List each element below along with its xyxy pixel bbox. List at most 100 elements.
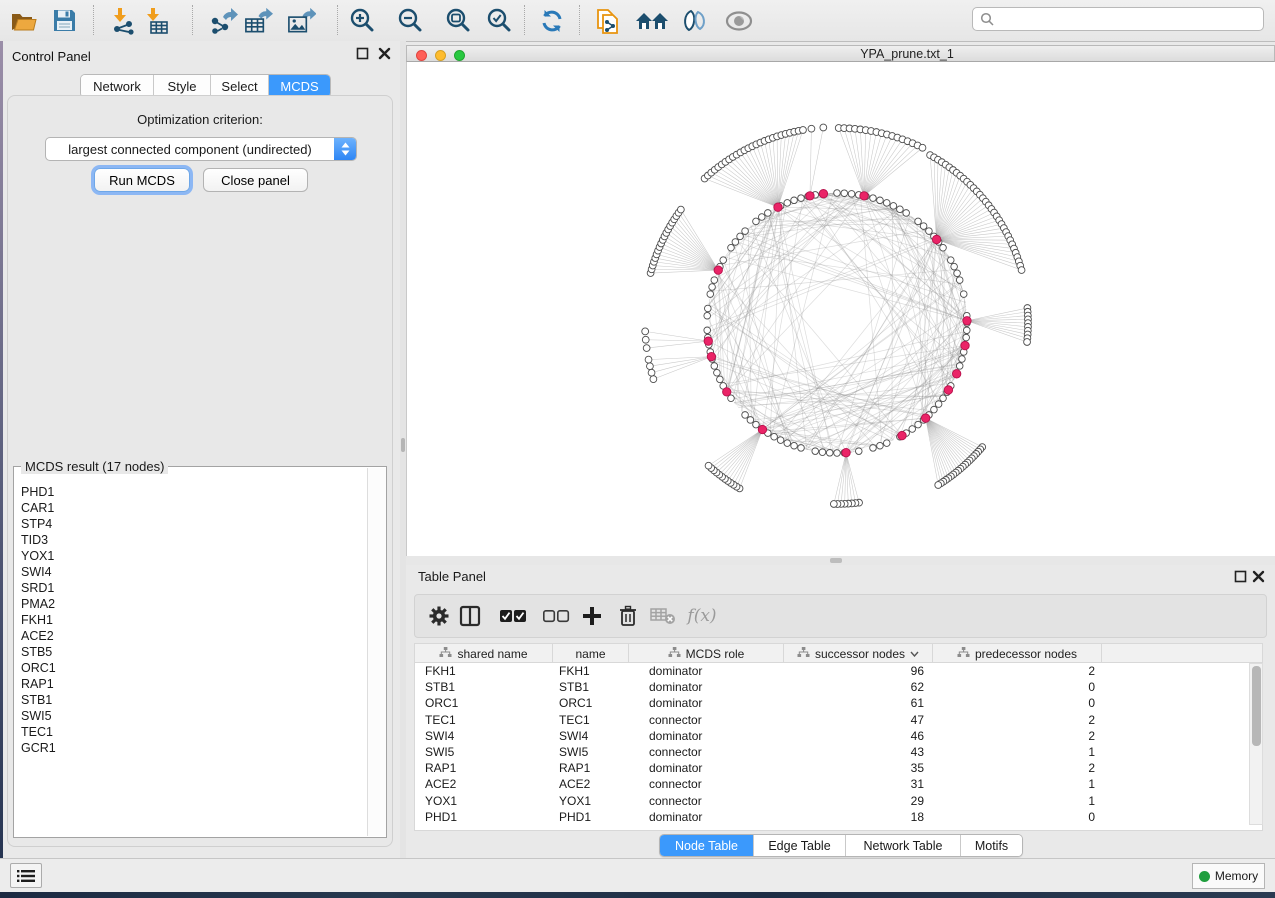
table-row[interactable]: TEC1TEC1connector472 [415,712,1249,728]
delete-column-icon[interactable] [613,601,643,631]
table-row[interactable]: ORC1ORC1dominator610 [415,695,1249,711]
tab-node-table[interactable]: Node Table [660,835,754,856]
mcds-node-item[interactable]: PMA2 [21,596,361,612]
column-type-icon [439,647,452,662]
mcds-node-item[interactable]: SWI5 [21,708,361,724]
minimize-window-icon[interactable] [435,50,446,61]
cell-predecessor_nodes: 2 [933,728,1107,744]
network-graph[interactable] [407,62,1275,556]
column-header-name[interactable]: name [553,644,629,664]
refresh-icon[interactable] [537,6,567,35]
mcds-node-item[interactable]: RAP1 [21,676,361,692]
table-options-icon[interactable] [424,601,454,631]
export-network-icon[interactable] [208,6,238,35]
table-scrollbar-thumb[interactable] [1252,666,1261,746]
mcds-node-item[interactable]: TEC1 [21,724,361,740]
mcds-node-item[interactable]: STB5 [21,644,361,660]
tab-motifs[interactable]: Motifs [961,835,1022,856]
table-row[interactable]: SWI5SWI5connector431 [415,744,1249,760]
close-table-panel-icon[interactable] [1252,570,1265,583]
table-row[interactable]: SWI4SWI4dominator462 [415,728,1249,744]
mcds-node-item[interactable]: PHD1 [21,484,361,500]
table-row[interactable]: YOX1YOX1connector291 [415,793,1249,809]
cell-name: ACE2 [559,776,625,792]
mcds-node-item[interactable]: FKH1 [21,612,361,628]
mcds-node-item[interactable]: STB1 [21,692,361,708]
cell-name: ORC1 [559,695,625,711]
tab-select[interactable]: Select [211,75,269,97]
tab-network-table[interactable]: Network Table [846,835,961,856]
network-canvas[interactable] [406,62,1275,556]
float-panel-icon[interactable] [356,47,369,60]
mcds-node-item[interactable]: GCR1 [21,740,361,756]
mcds-node-item[interactable]: YOX1 [21,548,361,564]
cell-predecessor_nodes: 2 [933,712,1107,728]
add-column-icon[interactable] [577,601,607,631]
table-row[interactable]: ACE2ACE2connector311 [415,776,1249,792]
memory-button[interactable]: Memory [1192,863,1265,889]
maximize-window-icon[interactable] [454,50,465,61]
cell-name: SWI4 [559,728,625,744]
split-panel-icon[interactable] [455,601,485,631]
clone-network-icon[interactable] [593,6,623,35]
export-table-icon[interactable] [243,6,273,35]
table-row[interactable]: FKH1FKH1dominator962 [415,663,1249,679]
mcds-node-item[interactable]: SWI4 [21,564,361,580]
open-file-icon[interactable] [8,6,38,35]
column-header-MCDS-role[interactable]: MCDS role [629,644,784,664]
table-tab-bar: Node TableEdge TableNetwork TableMotifs [659,834,1023,857]
close-panel-button[interactable]: Close panel [203,168,308,192]
mcds-node-item[interactable]: TID3 [21,532,361,548]
search-input[interactable] [994,11,1263,27]
zoom-selected-icon[interactable] [484,6,514,35]
toggle-visual-style-icon[interactable] [680,6,710,35]
run-mcds-button[interactable]: Run MCDS [94,168,190,192]
mcds-result-scrollbar[interactable] [367,468,386,836]
table-row[interactable]: PHD1PHD1dominator180 [415,809,1249,825]
tab-network[interactable]: Network [81,75,154,97]
mcds-node-item[interactable]: CAR1 [21,500,361,516]
show-hide-graphics-icon[interactable] [724,6,754,35]
search-field[interactable] [972,7,1264,31]
column-header-predecessor-nodes[interactable]: predecessor nodes [933,644,1102,664]
delete-table-icon[interactable] [648,601,678,631]
mcds-node-item[interactable]: ORC1 [21,660,361,676]
zoom-in-icon[interactable] [347,6,377,35]
import-network-icon[interactable] [108,6,138,35]
float-table-panel-icon[interactable] [1234,570,1247,583]
mcds-node-item[interactable]: STP4 [21,516,361,532]
cell-name: SWI5 [559,744,625,760]
cell-mcds_role: dominator [649,679,779,695]
task-history-button[interactable] [10,863,42,888]
tab-style[interactable]: Style [154,75,211,97]
splitter-handle[interactable] [830,558,842,563]
save-session-icon[interactable] [49,6,79,35]
select-all-icon[interactable] [498,601,528,631]
table-row[interactable]: STB1STB1dominator620 [415,679,1249,695]
zoom-fit-icon[interactable] [443,6,473,35]
deselect-all-icon[interactable] [541,601,571,631]
network-window-titlebar[interactable]: YPA_prune.txt_1 [406,45,1275,62]
mcds-result-list: PHD1CAR1STP4TID3YOX1SWI4SRD1PMA2FKH1ACE2… [21,484,361,756]
desktop-background-left [0,41,3,891]
optimization-criterion-label: Optimization criterion: [7,112,393,127]
close-window-icon[interactable] [416,50,427,61]
toolbar-separator [192,5,193,35]
cell-mcds_role: connector [649,776,779,792]
column-header-shared-name[interactable]: shared name [415,644,553,664]
show-all-nodes-icon[interactable] [634,6,670,35]
import-table-icon[interactable] [141,6,171,35]
close-panel-icon[interactable] [378,47,391,60]
optimization-criterion-select[interactable]: largest connected component (undirected) [45,137,357,161]
column-header-successor-nodes[interactable]: successor nodes [784,644,933,664]
mcds-node-item[interactable]: SRD1 [21,580,361,596]
function-builder-icon[interactable]: f(x) [684,601,720,631]
splitter-handle[interactable] [401,438,405,452]
tab-mcds[interactable]: MCDS [269,75,330,97]
tab-edge-table[interactable]: Edge Table [754,835,846,856]
mcds-node-item[interactable]: ACE2 [21,628,361,644]
table-row[interactable]: RAP1RAP1dominator352 [415,760,1249,776]
zoom-out-icon[interactable] [395,6,425,35]
export-image-icon[interactable] [286,6,316,35]
cell-shared_name: STB1 [425,679,545,695]
